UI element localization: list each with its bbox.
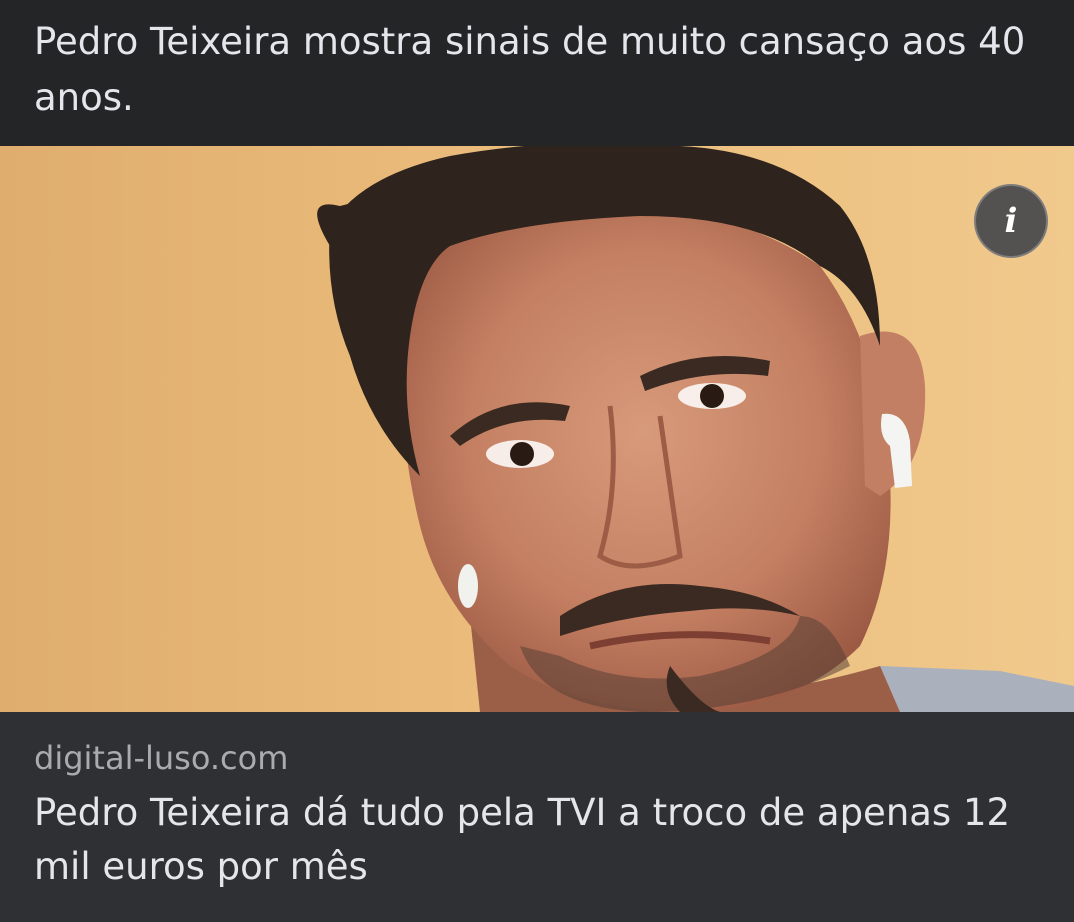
post-caption: Pedro Teixeira mostra sinais de muito ca… [0, 0, 1074, 146]
link-title[interactable]: Pedro Teixeira dá tudo pela TVI a troco … [34, 786, 1040, 894]
info-icon[interactable]: i [974, 184, 1048, 258]
portrait-photo [0, 146, 1074, 712]
link-preview-footer[interactable]: digital-luso.com Pedro Teixeira dá tudo … [0, 712, 1074, 922]
link-domain: digital-luso.com [34, 739, 289, 777]
preview-image[interactable]: i [0, 146, 1074, 712]
feed-post: Pedro Teixeira mostra sinais de muito ca… [0, 0, 1074, 922]
link-preview-card[interactable]: i digital-luso.com Pedro Teixeira dá tud… [0, 146, 1074, 922]
